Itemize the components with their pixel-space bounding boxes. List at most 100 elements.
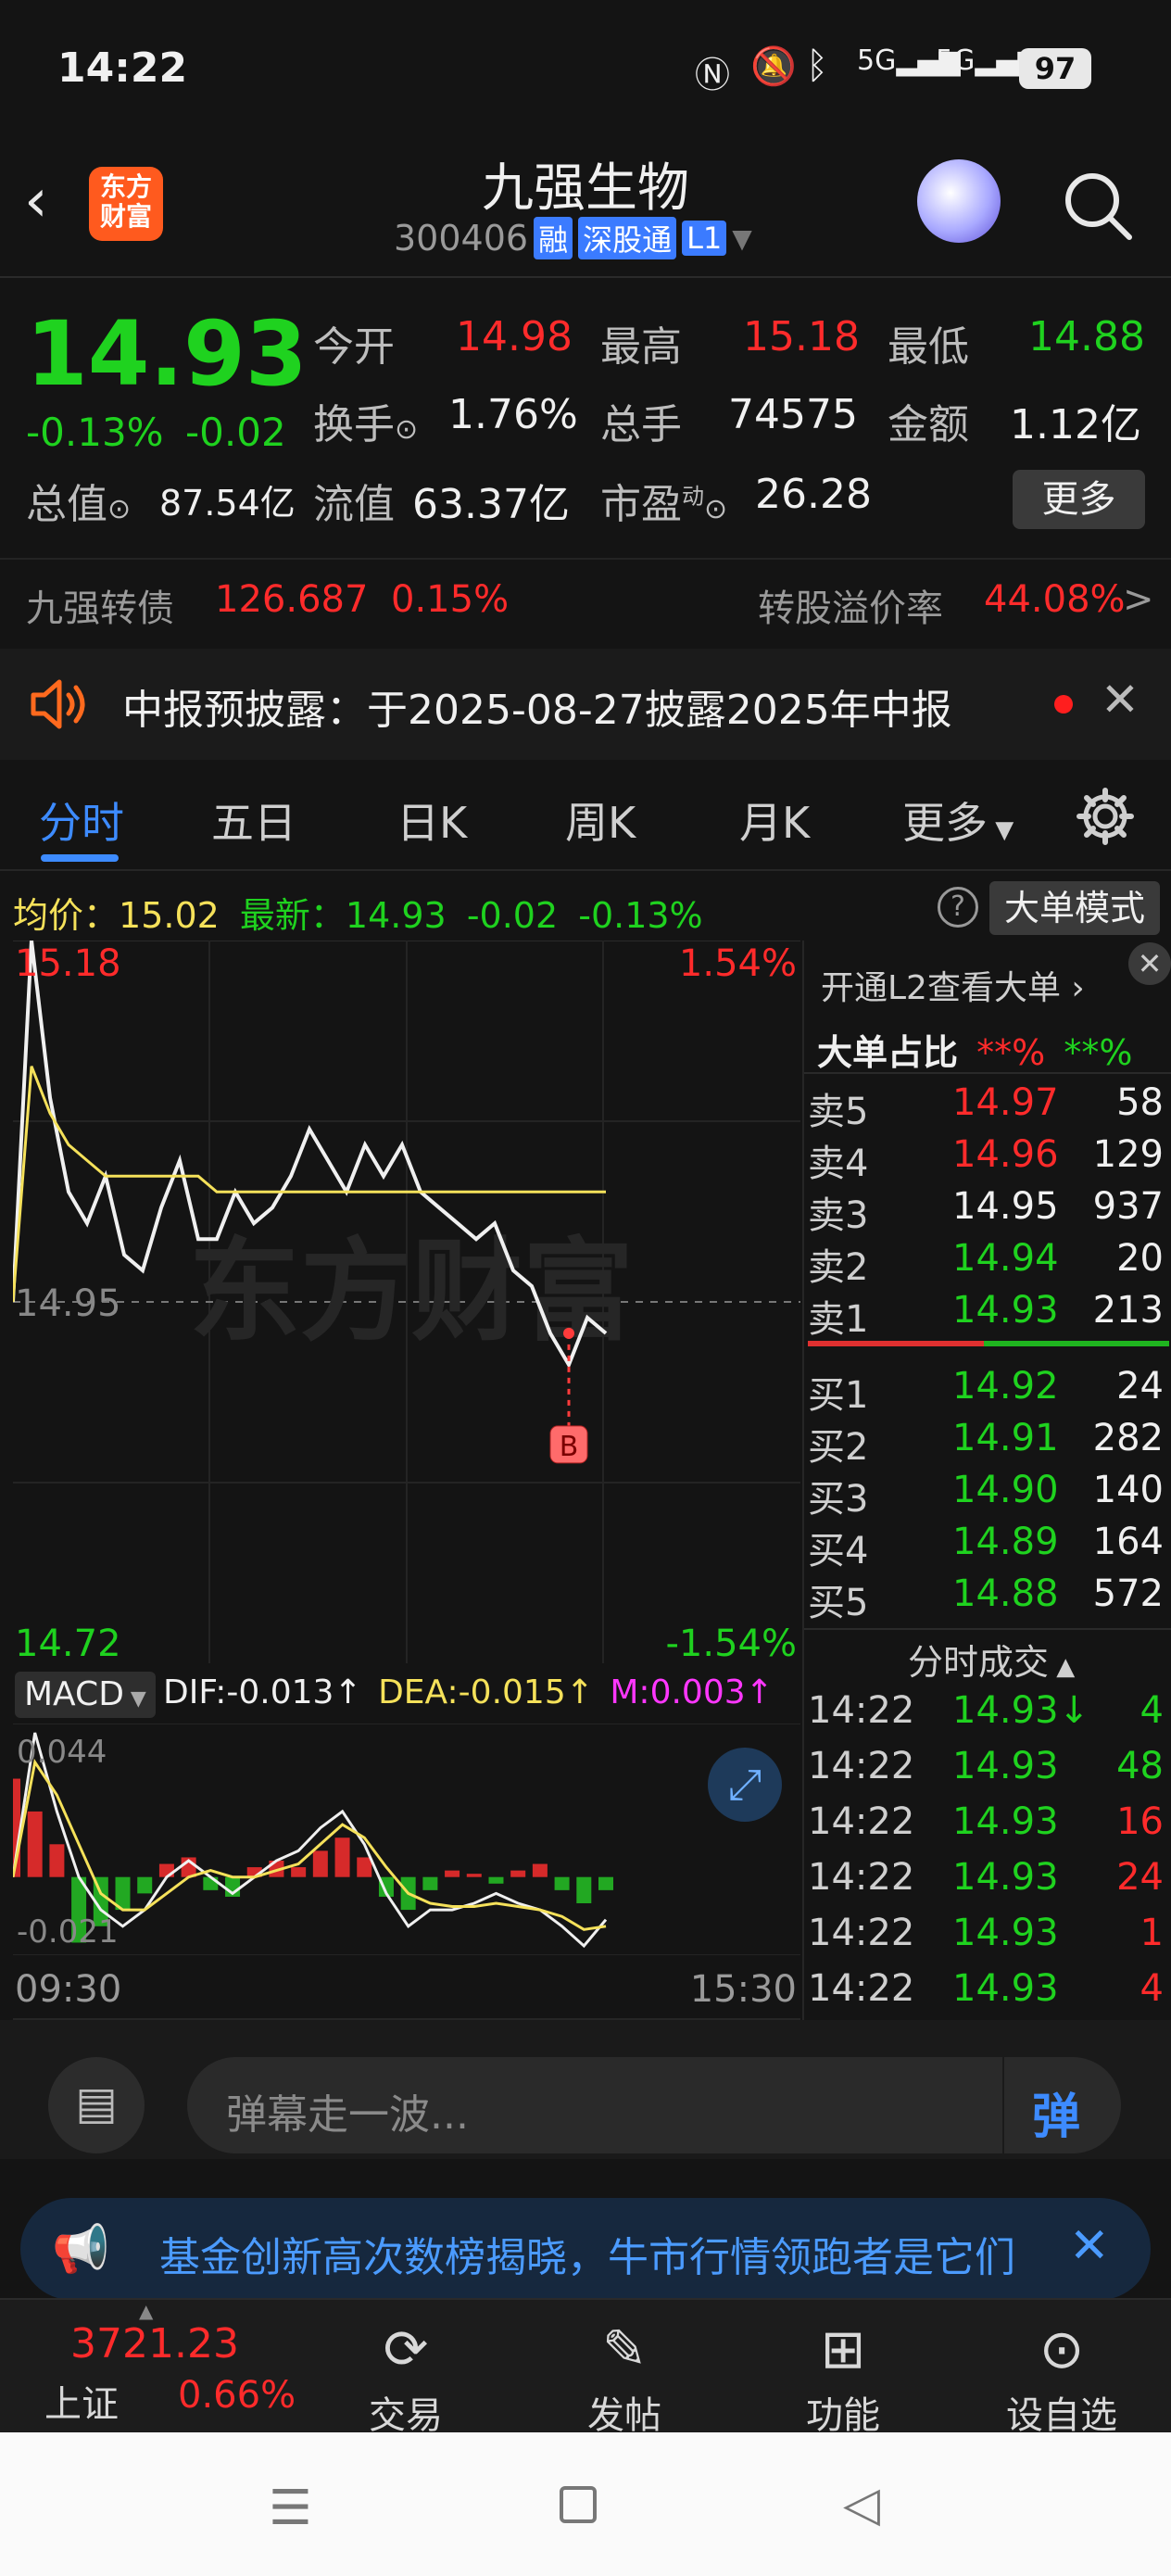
banner-close-icon[interactable]: ✕ — [1069, 2218, 1110, 2274]
buy-marker-label: B — [560, 1431, 579, 1463]
indicator-selector[interactable]: MACD ▼ — [15, 1672, 156, 1718]
ask-price: 14.93 — [952, 1289, 1059, 1332]
trade-time: 14:22 — [808, 1689, 915, 1732]
status-time: 14:22 — [57, 44, 188, 92]
intraday-chart[interactable]: 东方财富 B 15.18 1.54% 14.95 14.72 -1.54% — [13, 941, 800, 1663]
index-value[interactable]: 3721.23 — [70, 2320, 239, 2368]
bid-volume: 282 — [1092, 1417, 1164, 1459]
open-value: 14.98 — [456, 313, 573, 360]
unread-dot — [1054, 695, 1073, 713]
macd-histogram-bar — [598, 1876, 613, 1890]
menu-icon[interactable]: ☰ — [269, 2481, 312, 2536]
danmaku-placeholder: 弹幕走一波... — [226, 2091, 469, 2139]
trade-price: 14.93↓ — [952, 1689, 1090, 1732]
l2-promo[interactable]: 开通L2查看大单 › — [821, 961, 1085, 1009]
close-icon[interactable]: ✕ — [1101, 673, 1140, 726]
y-ref-label: 14.95 — [15, 1282, 121, 1325]
trade-time: 14:22 — [808, 1856, 915, 1899]
bid-volume: 164 — [1092, 1521, 1164, 1563]
convertible-bond-row[interactable]: 九强转债 126.687 0.15% 转股溢价率 44.08% > — [0, 558, 1171, 641]
home-icon[interactable] — [560, 2486, 597, 2523]
pct-max-label: 1.54% — [679, 942, 797, 985]
mktcap-label: 总值⊙ — [26, 481, 132, 528]
big-order-mode-button[interactable]: 大单模式 — [989, 881, 1160, 935]
bid-row-2[interactable]: 买2 14.91 282 — [804, 1417, 1171, 1469]
sell-orders: 卖5 14.97 58 卖4 14.96 129 卖3 14.95 937 卖2 14.94 20 卖1… — [804, 1081, 1171, 1350]
trades-list: 14:22 14.93↓ 4 14:22 14.93 48 14:22 14.93 16 14:2… — [804, 1689, 1171, 2023]
high-label: 最高 — [600, 323, 682, 371]
ask-level-label: 卖1 — [808, 1298, 869, 1341]
macd-min-label: -0.021 — [17, 1913, 119, 1951]
nav-trade[interactable]: ⟳ 交易 — [332, 2318, 480, 2439]
buy-ratio-bar — [984, 1341, 1169, 1346]
trade-time: 14:22 — [808, 1745, 915, 1787]
ask-row-4[interactable]: 卖2 14.94 20 — [804, 1237, 1171, 1289]
back-nav-icon[interactable]: ◁ — [843, 2477, 880, 2532]
volume-value: 74575 — [728, 391, 858, 438]
pe-label: 市盈动⊙ — [600, 481, 728, 528]
gear-icon[interactable] — [1075, 786, 1136, 847]
tab-weekly-k[interactable]: 周K — [565, 789, 636, 851]
edit-icon: ✎ — [601, 2317, 648, 2380]
nav-watchlist[interactable]: ⊙ 设自选 — [988, 2318, 1136, 2439]
robot-assistant-icon[interactable] — [917, 159, 1001, 243]
system-nav-bar: ☰ ◁ — [0, 2432, 1171, 2576]
danmaku-settings-icon[interactable]: ▤ — [48, 2057, 145, 2153]
bid-level-label: 买4 — [808, 1530, 869, 1572]
notice-text: 中报预披露：于2025-08-27披露2025年中报 — [122, 687, 952, 734]
notice-bar[interactable]: 中报预披露：于2025-08-27披露2025年中报 ✕ — [0, 649, 1171, 760]
trade-row: 14:22 14.93 16 — [804, 1800, 1171, 1856]
low-value: 14.88 — [1028, 313, 1145, 360]
bid-row-4[interactable]: 买4 14.89 164 — [804, 1521, 1171, 1572]
ask-price: 14.94 — [952, 1237, 1059, 1280]
float-label: 流值 — [313, 481, 395, 528]
ask-price: 14.95 — [952, 1185, 1059, 1228]
last-price: 14.93 — [26, 302, 308, 406]
ask-row-5[interactable]: 卖1 14.93 213 — [804, 1289, 1171, 1341]
tab-5day[interactable]: 五日 — [211, 789, 296, 851]
bid-row-3[interactable]: 买3 14.90 140 — [804, 1469, 1171, 1521]
bid-row-1[interactable]: 买1 14.92 24 — [804, 1365, 1171, 1417]
help-icon[interactable]: ? — [938, 887, 978, 928]
macd-histogram-bar — [422, 1876, 438, 1890]
nav-functions[interactable]: ⊞ 功能 — [769, 2318, 917, 2439]
status-bar: 14:22 Ⓝ 🔕 ᛒ 5G▂▄▆ 5G▂▄▆ 97 — [0, 0, 1171, 139]
macd-histogram-bar — [488, 1876, 504, 1884]
tab-more[interactable]: 更多 ▼ — [902, 789, 1014, 851]
quote-panel: 14.93 -0.13% -0.02 总值⊙ 87.54亿 今开 14.98 最… — [0, 280, 1171, 558]
high-value: 15.18 — [743, 313, 860, 360]
trade-row: 14:22 14.93 48 — [804, 1745, 1171, 1800]
bond-name: 九强转债 — [26, 587, 174, 630]
nfc-icon: Ⓝ — [695, 55, 731, 95]
macd-max-label: 0.044 — [17, 1734, 107, 1771]
index-pct[interactable]: 0.66% — [178, 2374, 296, 2417]
ask-row-1[interactable]: 卖5 14.97 58 — [804, 1081, 1171, 1133]
trade-volume: 16 — [1116, 1800, 1164, 1843]
macd-chart[interactable]: 0.044 -0.021 ⤢ — [13, 1724, 800, 1955]
danmaku-input[interactable]: 弹幕走一波... 弹 — [187, 2057, 1121, 2153]
promo-banner[interactable]: 📢 基金创新高次数榜揭晓，牛市行情领跑者是它们 ✕ — [20, 2198, 1151, 2300]
bid-row-5[interactable]: 买5 14.88 572 — [804, 1572, 1171, 1624]
trade-row: 14:22 14.93↓ 4 — [804, 1689, 1171, 1745]
ask-row-3[interactable]: 卖3 14.95 937 — [804, 1185, 1171, 1237]
more-button[interactable]: 更多 — [1013, 470, 1145, 529]
time-axis: 09:30 15:30 — [13, 1955, 800, 2020]
tab-intraday[interactable]: 分时 — [39, 789, 124, 851]
trade-volume: 24 — [1116, 1856, 1164, 1899]
ask-price: 14.97 — [952, 1081, 1059, 1124]
stock-code-row[interactable]: 300406 融 深股通 L1 ▼ — [394, 215, 752, 261]
tab-monthly-k[interactable]: 月K — [739, 789, 810, 851]
nav-post[interactable]: ✎ 发帖 — [550, 2318, 699, 2439]
index-name[interactable]: 上证 — [44, 2374, 119, 2428]
trades-title[interactable]: 分时成交 ▲ — [908, 1634, 1075, 1685]
trade-time: 14:22 — [808, 1912, 915, 1954]
volume-label: 总手 — [600, 401, 682, 448]
chevron-down-icon[interactable]: ▼ — [732, 223, 752, 254]
expand-icon[interactable]: ⤢ — [708, 1748, 782, 1822]
ask-row-2[interactable]: 卖4 14.96 129 — [804, 1133, 1171, 1185]
close-promo-icon[interactable]: ✕ — [1128, 942, 1171, 985]
macd-header: MACD ▼ DIF:-0.013↑ DEA:-0.015↑ M:0.003↑ — [13, 1666, 800, 1724]
danmaku-send-button[interactable]: 弹 — [1032, 2077, 1080, 2147]
search-icon[interactable] — [1061, 169, 1135, 243]
tab-daily-k[interactable]: 日K — [397, 789, 467, 851]
